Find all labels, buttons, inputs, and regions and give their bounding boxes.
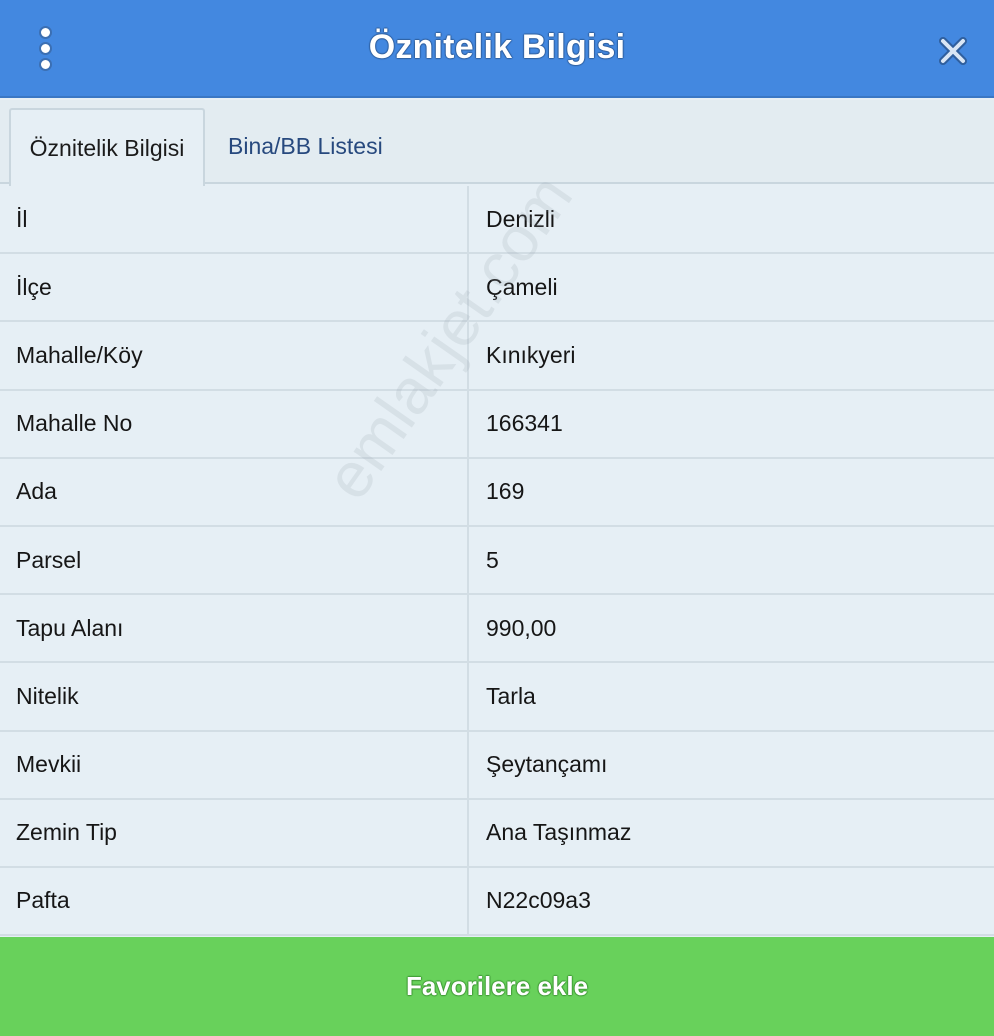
- row-label: Tapu Alanı: [16, 614, 124, 641]
- row-label: Parsel: [16, 546, 82, 573]
- row-value: 166341: [486, 410, 563, 437]
- row-value: Tarla: [486, 682, 536, 709]
- row-label: İl: [16, 205, 28, 232]
- tab-bar: Öznitelik Bilgisi Bina/BB Listesi: [0, 100, 994, 186]
- row-value: Ana Taşınmaz: [486, 819, 632, 846]
- row-value: Çameli: [486, 273, 558, 300]
- table-row: Zemin Tip Ana Taşınmaz: [0, 799, 994, 868]
- table-row: Ada 169: [0, 458, 994, 527]
- row-label: Mahalle/Köy: [16, 341, 143, 368]
- table-row: Mahalle No 166341: [0, 390, 994, 459]
- row-value: 5: [486, 546, 499, 573]
- table-row: Mevkii Şeytançamı: [0, 731, 994, 800]
- row-value: 169: [486, 478, 525, 505]
- table-row: İlçe Çameli: [0, 254, 994, 323]
- close-icon[interactable]: [934, 32, 972, 70]
- row-label: Nitelik: [16, 682, 79, 709]
- row-label: İlçe: [16, 273, 52, 300]
- tab-building-list[interactable]: Bina/BB Listesi: [228, 108, 448, 186]
- row-label: Mevkii: [16, 751, 82, 778]
- add-to-favorites-button[interactable]: Favorilere ekle: [0, 937, 994, 1036]
- panel-title: Öznitelik Bilgisi: [368, 28, 626, 66]
- row-label: Pafta: [16, 887, 70, 914]
- table-row: Nitelik Tarla: [0, 663, 994, 732]
- tab-attribute-info[interactable]: Öznitelik Bilgisi: [9, 108, 205, 186]
- table-row: İl Denizli: [0, 186, 994, 255]
- row-value: 990,00: [486, 614, 557, 641]
- row-label: Mahalle No: [16, 410, 133, 437]
- header-bar: Öznitelik Bilgisi: [0, 0, 994, 98]
- attribute-table: İl Denizli İlçe Çameli Mahalle/Köy Kınık…: [0, 186, 994, 937]
- row-label: Zemin Tip: [16, 819, 117, 846]
- row-value: N22c09a3: [486, 887, 591, 914]
- table-row: Pafta N22c09a3: [0, 867, 994, 937]
- row-label: Ada: [16, 478, 57, 505]
- row-value: Kınıkyeri: [486, 341, 576, 368]
- attribute-info-panel: Öznitelik Bilgisi Öznitelik Bilgisi Bina…: [0, 0, 994, 1036]
- table-row: Tapu Alanı 990,00: [0, 595, 994, 664]
- table-row: Mahalle/Köy Kınıkyeri: [0, 322, 994, 391]
- row-value: Denizli: [486, 205, 556, 232]
- add-to-favorites-label: Favorilere ekle: [405, 971, 589, 1001]
- table-row: Parsel 5: [0, 526, 994, 596]
- row-value: Şeytançamı: [486, 751, 608, 778]
